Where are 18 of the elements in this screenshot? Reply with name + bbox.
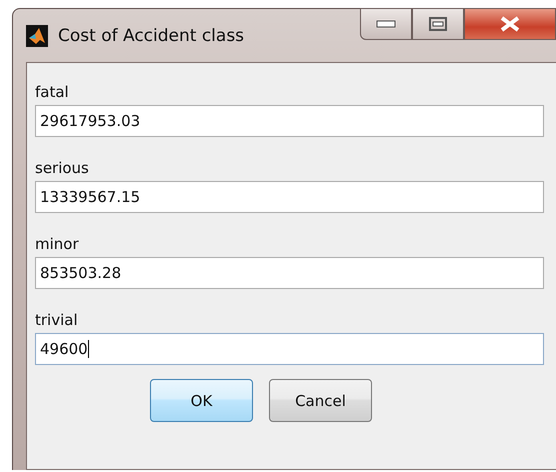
close-icon bbox=[499, 16, 521, 32]
field-label: fatal bbox=[35, 83, 70, 101]
app-logo-icon bbox=[26, 24, 48, 46]
close-button[interactable] bbox=[464, 8, 556, 40]
field-label: trivial bbox=[35, 311, 79, 329]
ok-button[interactable]: OK bbox=[150, 379, 253, 422]
input-field[interactable]: 49600 bbox=[35, 333, 544, 365]
field-label: serious bbox=[35, 159, 90, 177]
cancel-button[interactable]: Cancel bbox=[269, 379, 372, 422]
field-label: minor bbox=[35, 235, 80, 253]
input-field[interactable]: 29617953.03 bbox=[35, 105, 544, 137]
window-title: Cost of Accident class bbox=[58, 26, 244, 46]
input-field[interactable]: 853503.28 bbox=[35, 257, 544, 289]
maximize-icon bbox=[429, 17, 447, 31]
maximize-button[interactable] bbox=[412, 8, 464, 40]
input-field[interactable]: 13339567.15 bbox=[35, 181, 544, 213]
minimize-button[interactable] bbox=[360, 8, 412, 40]
minimize-icon bbox=[376, 20, 396, 28]
